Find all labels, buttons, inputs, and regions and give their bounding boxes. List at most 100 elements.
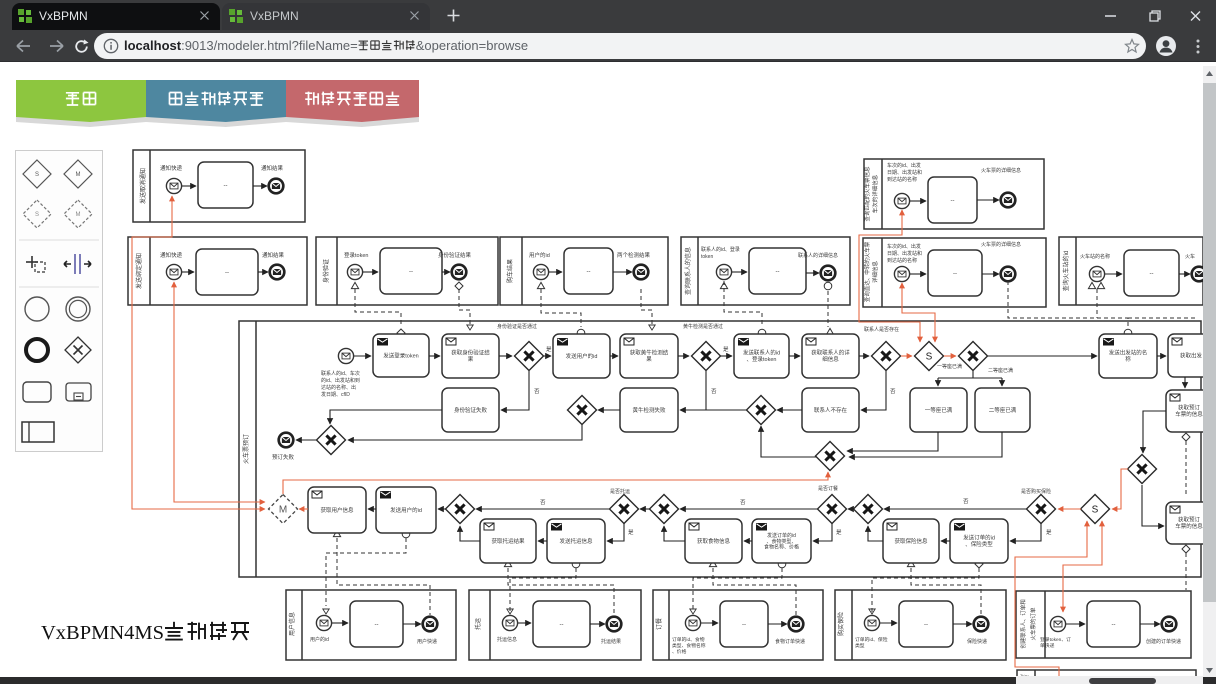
svg-text:达站的名称、出: 达站的名称、出 [321,384,356,391]
svg-text:是: 是 [723,346,729,353]
svg-text:发送用户的id: 发送用户的id [390,506,422,514]
svg-text:火车票的详细信息: 火车票的详细信息 [981,167,1021,174]
svg-text:购买保险: 购买保险 [837,612,845,636]
svg-text:否: 否 [890,388,896,395]
svg-text:车次的id、出发: 车次的id、出发 [887,162,921,169]
svg-text:获取预订: 获取预订 [1178,404,1201,412]
svg-text:获取身份验证结: 获取身份验证结 [451,349,490,357]
svg-text:二等座已满: 二等座已满 [989,406,1017,414]
svg-text:到达站的名称: 到达站的名称 [887,257,917,264]
svg-text:发送取消通知: 发送取消通知 [139,168,147,204]
svg-text:发送用户的id: 发送用户的id [566,352,598,360]
svg-text:--: -- [560,622,564,628]
svg-text:通知快递: 通知快递 [160,251,183,259]
svg-text:是: 是 [836,529,842,536]
svg-text:否: 否 [740,499,746,506]
svg-text:果: 果 [646,356,652,363]
svg-text:--: -- [587,269,591,275]
svg-text:--: -- [953,271,957,277]
svg-text:细信息: 细信息 [822,355,839,363]
svg-text:发送绑定通知: 发送绑定通知 [135,253,143,289]
svg-text:获取预订: 获取预订 [1178,516,1201,524]
svg-text:、保险类型: 、保险类型 [965,540,993,548]
svg-text:否: 否 [711,388,717,395]
svg-text:用户信息: 用户信息 [288,612,296,636]
svg-text:日期、出发站和: 日期、出发站和 [887,250,922,257]
svg-text:联系人的id、车次: 联系人的id、车次 [321,370,360,377]
svg-text:身份验证结果: 身份验证结果 [438,251,472,259]
svg-text:日期、出发站和: 日期、出发站和 [887,169,922,176]
svg-text:联系人的id、登录: 联系人的id、登录 [701,246,740,253]
svg-text:果: 果 [468,356,474,363]
svg-text:一等座已满: 一等座已满 [937,363,962,370]
svg-text:车票的信息: 车票的信息 [1175,522,1203,530]
svg-text:的id、出发站和到: 的id、出发站和到 [321,377,360,384]
svg-text:否: 否 [534,388,540,395]
svg-text:两个检测结果: 两个检测结果 [617,251,651,259]
svg-text:身份验证失败: 身份验证失败 [454,406,488,414]
svg-text:订单的id、食物: 订单的id、食物 [672,636,705,643]
svg-text:是否购买保险: 是否购买保险 [1021,488,1051,495]
svg-text:到达站的名称: 到达站的名称 [887,176,917,183]
svg-text:发日期、cfID: 发日期、cfID [321,391,350,398]
svg-text:通知结果: 通知结果 [262,251,285,259]
svg-text:订餐: 订餐 [655,618,663,630]
svg-text:联系人的详细信息: 联系人的详细信息 [798,252,838,259]
svg-text:是: 是 [628,529,634,536]
svg-text:获取保险信息: 获取保险信息 [894,537,928,545]
svg-text:预订失败: 预订失败 [272,453,295,461]
svg-text:否: 否 [540,499,546,506]
svg-text:--: -- [225,270,229,276]
svg-text:类型、食物名称: 类型、食物名称 [672,642,706,649]
svg-text:身份验证是否通过: 身份验证是否通过 [497,323,537,330]
svg-text:车次的详细信息: 车次的详细信息 [871,174,879,213]
svg-text:查询直达、中转的火车票: 查询直达、中转的火车票 [863,241,871,302]
svg-text:黄牛检测失败: 黄牛检测失败 [632,406,666,414]
svg-text:--: -- [224,183,228,189]
svg-text:托运结果: 托运结果 [601,638,621,645]
svg-text:查询联系人的信息: 查询联系人的信息 [684,247,692,295]
svg-text:火车票预订: 火车票预订 [242,434,250,464]
svg-text:火车站的名称: 火车站的名称 [1080,253,1110,260]
svg-text:--: -- [951,198,955,204]
svg-text:创建的订单快递: 创建的订单快递 [1146,638,1181,645]
svg-text:查询火车站的id: 查询火车站的id [1062,251,1070,292]
svg-text:登录token: 登录token [344,251,368,259]
svg-text:获取联系人的详: 获取联系人的详 [811,349,850,357]
svg-text:是: 是 [546,346,552,353]
svg-text:食物名称、价格: 食物名称、价格 [764,544,799,551]
svg-text:--: -- [924,622,928,628]
svg-text:托运信息: 托运信息 [497,636,517,643]
svg-text:创建联系人、订单和: 创建联系人、订单和 [1019,599,1027,649]
svg-text:购车结果: 购车结果 [506,259,514,283]
svg-text:用户快递: 用户快递 [417,638,437,645]
svg-text:发送联系人的id: 发送联系人的id [743,349,780,357]
svg-text:--: -- [742,622,746,628]
svg-text:登录token、订: 登录token、订 [1040,636,1071,643]
svg-text:否: 否 [963,498,969,505]
svg-text:--: -- [409,269,413,275]
svg-text:--: -- [1150,271,1154,277]
svg-text:一等座已满: 一等座已满 [925,406,953,414]
svg-text:--: -- [776,269,780,275]
svg-text:类型: 类型 [855,642,865,649]
svg-text:火车: 火车 [1185,253,1195,260]
svg-text:食物订单快递: 食物订单快递 [775,638,805,645]
svg-text:--: -- [1112,622,1116,628]
svg-text:单快递: 单快递 [1040,642,1055,649]
svg-text:称: 称 [1125,355,1131,363]
svg-text:token: token [701,254,713,260]
svg-text:保险快递: 保险快递 [967,638,987,645]
svg-text:火车票的详细信息: 火车票的详细信息 [981,241,1021,248]
svg-text:车次的id、出发: 车次的id、出发 [887,243,921,250]
svg-text:查询匹配的火车票信息: 查询匹配的火车票信息 [863,166,871,222]
svg-text:托运: 托运 [474,618,482,630]
svg-text:身份验证: 身份验证 [322,259,330,283]
svg-text:是否托运: 是否托运 [610,488,630,495]
svg-text:--: -- [375,622,379,628]
svg-text:订单的id、保险: 订单的id、保险 [855,636,888,643]
svg-text:获取用户信息: 获取用户信息 [320,506,354,514]
svg-text:二等座已满: 二等座已满 [988,367,1013,374]
svg-text:用户的id: 用户的id [310,636,329,643]
svg-text:获取出发: 获取出发 [1180,351,1203,359]
